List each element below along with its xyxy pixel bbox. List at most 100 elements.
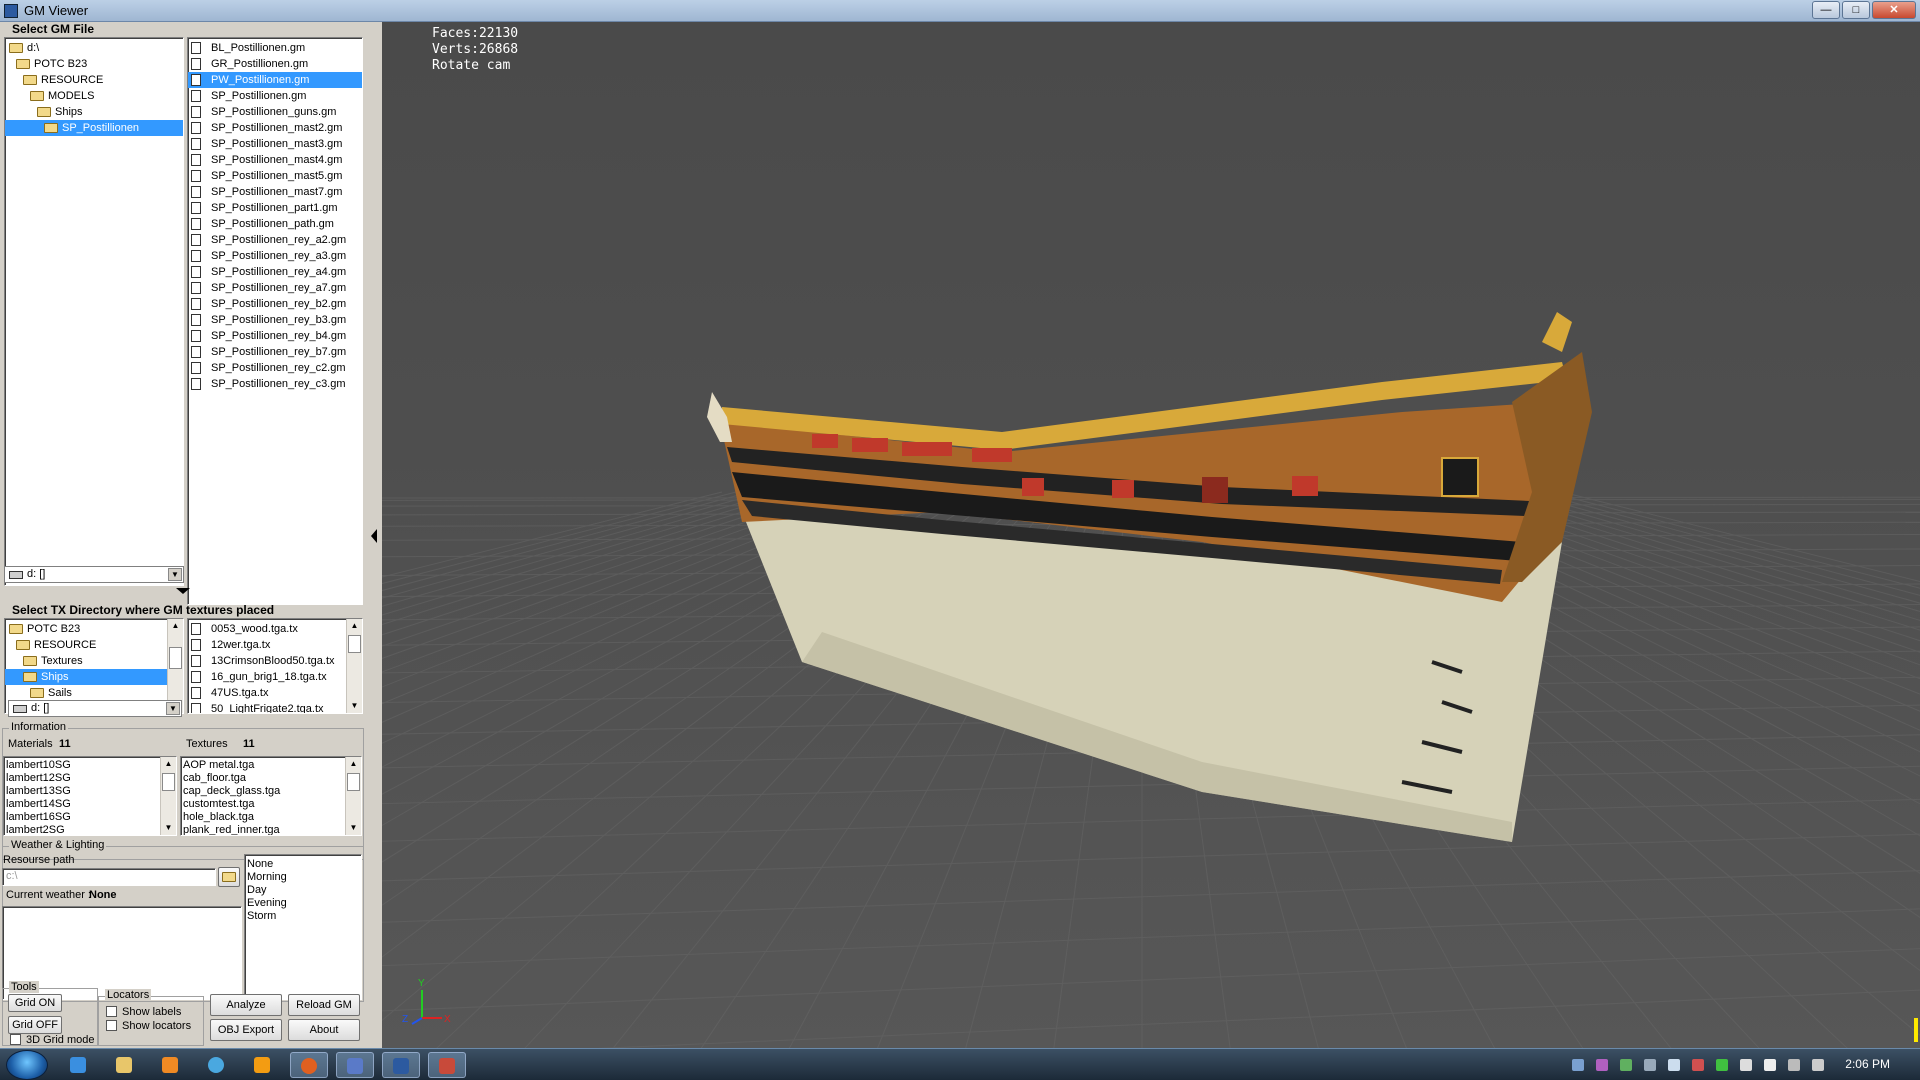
tray-icon[interactable] <box>1668 1059 1680 1071</box>
gm-tree-item[interactable]: POTC B23 <box>5 56 183 72</box>
gm-file-item[interactable]: SP_Postillionen_rey_a7.gm <box>188 280 362 296</box>
material-item[interactable]: lambert14SG <box>4 798 176 811</box>
scroll-down-icon[interactable]: ▼ <box>347 699 362 713</box>
texture-item[interactable]: cap_deck_glass.tga <box>181 785 361 798</box>
chevron-down-icon[interactable]: ▼ <box>168 568 182 581</box>
gm-file-item[interactable]: SP_Postillionen_mast5.gm <box>188 168 362 184</box>
tx-files-scrollbar[interactable]: ▲ ▼ <box>346 619 362 713</box>
show-labels-checkbox[interactable] <box>106 1006 117 1017</box>
scroll-up-icon[interactable]: ▲ <box>168 619 183 633</box>
tx-drive-combo[interactable]: d: [] ▼ <box>8 700 182 717</box>
grid-3d-checkbox[interactable] <box>10 1034 21 1045</box>
grid-3d-option[interactable]: 3D Grid mode <box>10 1034 94 1046</box>
flag-icon[interactable] <box>1764 1059 1776 1071</box>
gm-file-item[interactable]: SP_Postillionen_rey_a2.gm <box>188 232 362 248</box>
tray-icon[interactable] <box>1572 1059 1584 1071</box>
material-item[interactable]: lambert16SG <box>4 811 176 824</box>
weather-options-list[interactable]: None Morning Day Evening Storm <box>244 854 362 1000</box>
scroll-down-icon[interactable]: ▼ <box>161 821 176 835</box>
tx-file-item[interactable]: 13CrimsonBlood50.tga.tx <box>188 653 362 669</box>
obj-export-button[interactable]: OBJ Export <box>210 1019 282 1041</box>
gm-drive-combo[interactable]: d: [] ▼ <box>4 566 184 583</box>
gm-tree-item[interactable]: SP_Postillionen <box>5 120 183 136</box>
gm-file-item[interactable]: SP_Postillionen_rey_b7.gm <box>188 344 362 360</box>
show-locators-checkbox[interactable] <box>106 1020 117 1031</box>
browse-folder-button[interactable] <box>218 867 240 887</box>
minimize-button[interactable]: — <box>1812 1 1840 19</box>
gm-file-item[interactable]: SP_Postillionen_path.gm <box>188 216 362 232</box>
material-item[interactable]: lambert13SG <box>4 785 176 798</box>
tray-icon[interactable] <box>1740 1059 1752 1071</box>
tx-file-item[interactable]: 16_gun_brig1_18.tga.tx <box>188 669 362 685</box>
taskbar-app-2[interactable] <box>428 1052 466 1078</box>
gm-file-item[interactable]: BL_Postillionen.gm <box>188 40 362 56</box>
gm-tree-item[interactable]: MODELS <box>5 88 183 104</box>
taskbar-search[interactable] <box>198 1052 236 1078</box>
gm-file-item[interactable]: SP_Postillionen_mast7.gm <box>188 184 362 200</box>
collapse-left-icon[interactable] <box>371 529 377 543</box>
weather-option[interactable]: Storm <box>245 910 361 923</box>
scroll-up-icon[interactable]: ▲ <box>347 619 362 633</box>
volume-icon[interactable] <box>1812 1059 1824 1071</box>
texture-item[interactable]: hole_black.tga <box>181 811 361 824</box>
weather-option[interactable]: Evening <box>245 897 361 910</box>
gm-file-item[interactable]: SP_Postillionen_rey_b3.gm <box>188 312 362 328</box>
network-icon[interactable] <box>1788 1059 1800 1071</box>
weather-option[interactable]: Day <box>245 884 361 897</box>
gm-folder-tree[interactable]: d:\ POTC B23 RESOURCE MODELS Ships SP_Postill… <box>4 37 184 586</box>
tx-file-item[interactable]: 47US.tga.tx <box>188 685 362 701</box>
scroll-down-icon[interactable]: ▼ <box>346 821 361 835</box>
gm-file-item[interactable]: SP_Postillionen_mast4.gm <box>188 152 362 168</box>
texture-item[interactable]: customtest.tga <box>181 798 361 811</box>
gm-file-item[interactable]: SP_Postillionen_rey_a4.gm <box>188 264 362 280</box>
gm-file-item[interactable]: SP_Postillionen_part1.gm <box>188 200 362 216</box>
taskbar-firefox[interactable] <box>290 1052 328 1078</box>
scroll-up-icon[interactable]: ▲ <box>161 757 176 771</box>
gm-file-item[interactable]: SP_Postillionen_guns.gm <box>188 104 362 120</box>
scroll-up-icon[interactable]: ▲ <box>346 757 361 771</box>
gm-file-item[interactable]: SP_Postillionen.gm <box>188 88 362 104</box>
clock[interactable]: 2:06 PM <box>1845 1057 1890 1071</box>
tx-tree-item[interactable]: RESOURCE <box>5 637 167 653</box>
gm-tree-item[interactable]: Ships <box>5 104 183 120</box>
gm-file-item[interactable]: SP_Postillionen_rey_a3.gm <box>188 248 362 264</box>
taskbar-vlc[interactable] <box>244 1052 282 1078</box>
gm-file-item[interactable]: SP_Postillionen_rey_b4.gm <box>188 328 362 344</box>
taskbar-gm-viewer[interactable] <box>382 1052 420 1078</box>
resource-path-input[interactable]: c:\ <box>2 868 216 886</box>
gm-tree-item[interactable]: d:\ <box>5 40 183 56</box>
gm-file-item[interactable]: SP_Postillionen_rey_c2.gm <box>188 360 362 376</box>
tray-icon[interactable] <box>1620 1059 1632 1071</box>
grid-on-button[interactable]: Grid ON <box>8 994 62 1012</box>
gm-file-list[interactable]: BL_Postillionen.gm GR_Postillionen.gm PW_P… <box>187 37 363 605</box>
scroll-thumb[interactable] <box>162 773 175 791</box>
tx-file-item[interactable]: 0053_wood.tga.tx <box>188 621 362 637</box>
tx-tree-item[interactable]: POTC B23 <box>5 621 167 637</box>
tray-icon[interactable] <box>1716 1059 1728 1071</box>
weather-option[interactable]: None <box>245 858 361 871</box>
scroll-thumb[interactable] <box>169 647 182 669</box>
textures-list[interactable]: AOP metal.tga cab_floor.tga cap_deck_glass… <box>180 756 362 836</box>
taskbar-app-1[interactable] <box>336 1052 374 1078</box>
tray-icon[interactable] <box>1692 1059 1704 1071</box>
start-button[interactable] <box>6 1050 48 1080</box>
textures-scrollbar[interactable]: ▲ ▼ <box>345 757 361 835</box>
texture-item[interactable]: cab_floor.tga <box>181 772 361 785</box>
tx-tree-item[interactable]: Ships <box>5 669 167 685</box>
panel-splitter[interactable] <box>366 22 382 1048</box>
tray-icon[interactable] <box>1644 1059 1656 1071</box>
taskbar-explorer[interactable] <box>106 1052 144 1078</box>
analyze-button[interactable]: Analyze <box>210 994 282 1016</box>
gm-file-item[interactable]: SP_Postillionen_mast2.gm <box>188 120 362 136</box>
materials-scrollbar[interactable]: ▲ ▼ <box>160 757 176 835</box>
show-labels-option[interactable]: Show labels <box>106 1006 181 1018</box>
gm-file-item[interactable]: GR_Postillionen.gm <box>188 56 362 72</box>
taskbar-media[interactable] <box>152 1052 190 1078</box>
reload-gm-button[interactable]: Reload GM <box>288 994 360 1016</box>
gm-tree-item[interactable]: RESOURCE <box>5 72 183 88</box>
close-button[interactable]: ✕ <box>1872 1 1916 19</box>
show-locators-option[interactable]: Show locators <box>106 1020 191 1032</box>
chevron-down-icon[interactable]: ▼ <box>166 702 180 715</box>
scroll-thumb[interactable] <box>347 773 360 791</box>
texture-item[interactable]: AOP metal.tga <box>181 759 361 772</box>
